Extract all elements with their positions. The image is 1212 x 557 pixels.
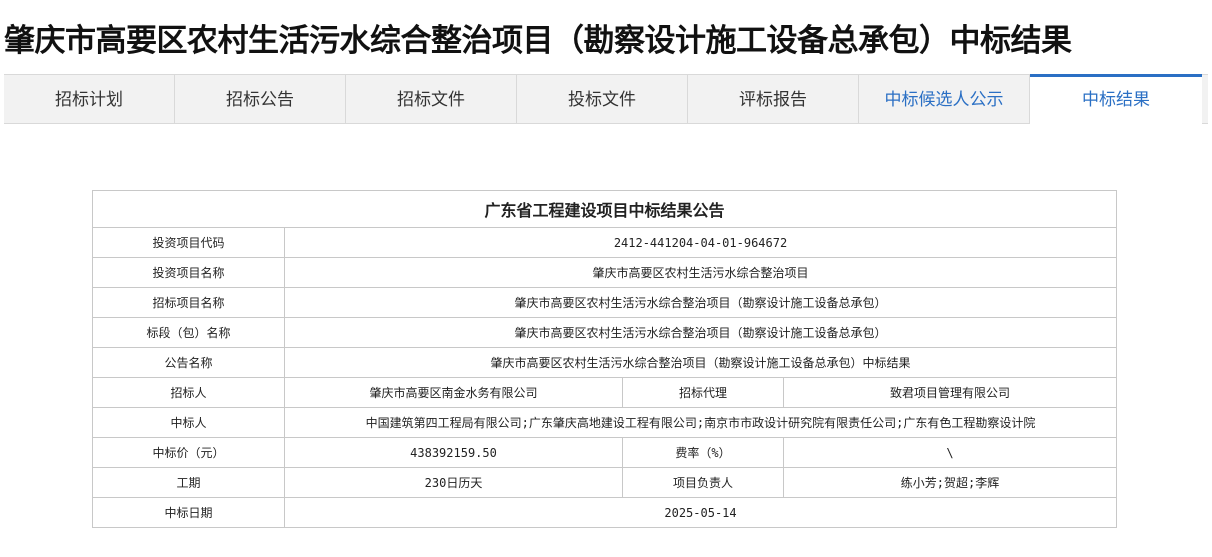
tab-candidate-publicity[interactable]: 中标候选人公示: [859, 75, 1030, 124]
table-row: 招标人 肇庆市高要区南金水务有限公司 招标代理 致君项目管理有限公司: [92, 377, 1118, 408]
duration-value: 230日历天: [284, 467, 623, 498]
table-caption-row: 广东省工程建设项目中标结果公告: [91, 190, 1118, 228]
winner-value: 中国建筑第四工程局有限公司;广东肇庆高地建设工程有限公司;南京市市政设计研究院有…: [283, 407, 1118, 438]
page-title: 肇庆市高要区农村生活污水综合整治项目（勘察设计施工设备总承包）中标结果: [4, 23, 1072, 59]
award-date-label: 中标日期: [92, 497, 285, 528]
tab-bid-documents[interactable]: 投标文件: [517, 75, 688, 124]
table-row: 工期 230日历天 项目负责人 练小芳;贺超;李辉: [92, 467, 1118, 498]
agent-value: 致君项目管理有限公司: [782, 377, 1118, 408]
rate-label: 费率（%）: [622, 437, 784, 468]
notice-name-value: 肇庆市高要区农村生活污水综合整治项目（勘察设计施工设备总承包）中标结果: [283, 347, 1118, 378]
manager-value: 练小芳;贺超;李辉: [782, 467, 1118, 498]
investment-name-value: 肇庆市高要区农村生活污水综合整治项目: [283, 257, 1118, 288]
award-date-value: 2025-05-14: [283, 497, 1118, 528]
table-row: 标段（包）名称 肇庆市高要区农村生活污水综合整治项目（勘察设计施工设备总承包）: [92, 317, 1118, 348]
agent-label: 招标代理: [622, 377, 784, 408]
notice-name-label: 公告名称: [92, 347, 285, 378]
title-bar: 肇庆市高要区农村生活污水综合整治项目（勘察设计施工设备总承包）中标结果: [0, 0, 1212, 74]
investment-code-label: 投资项目代码: [92, 227, 285, 258]
tab-tender-plan[interactable]: 招标计划: [4, 75, 175, 124]
duration-label: 工期: [92, 467, 285, 498]
tenderer-value: 肇庆市高要区南金水务有限公司: [284, 377, 623, 408]
table-caption: 广东省工程建设项目中标结果公告: [91, 190, 1118, 228]
investment-name-label: 投资项目名称: [92, 257, 285, 288]
tab-bar: 招标计划 招标公告 招标文件 投标文件 评标报告 中标候选人公示 中标结果: [4, 74, 1208, 124]
rate-value: \: [782, 437, 1118, 468]
table-row: 投资项目名称 肇庆市高要区农村生活污水综合整治项目: [92, 257, 1118, 288]
table-row: 中标日期 2025-05-14: [92, 497, 1118, 528]
table-row: 投资项目代码 2412-441204-04-01-964672: [92, 227, 1118, 258]
section-name-label: 标段（包）名称: [92, 317, 285, 348]
investment-code-value: 2412-441204-04-01-964672: [283, 227, 1118, 258]
table-row: 公告名称 肇庆市高要区农村生活污水综合整治项目（勘察设计施工设备总承包）中标结果: [92, 347, 1118, 378]
tender-project-value: 肇庆市高要区农村生活污水综合整治项目（勘察设计施工设备总承包）: [283, 287, 1118, 318]
winner-label: 中标人: [92, 407, 285, 438]
tab-tender-notice[interactable]: 招标公告: [175, 75, 346, 124]
table-row: 中标价（元） 438392159.50 费率（%） \: [92, 437, 1118, 468]
price-label: 中标价（元）: [92, 437, 285, 468]
price-value: 438392159.50: [284, 437, 623, 468]
tab-evaluation-report[interactable]: 评标报告: [688, 75, 859, 124]
tender-project-label: 招标项目名称: [92, 287, 285, 318]
section-name-value: 肇庆市高要区农村生活污水综合整治项目（勘察设计施工设备总承包）: [283, 317, 1118, 348]
tab-tender-documents[interactable]: 招标文件: [346, 75, 517, 124]
table-row: 招标项目名称 肇庆市高要区农村生活污水综合整治项目（勘察设计施工设备总承包）: [92, 287, 1118, 318]
table-row: 中标人 中国建筑第四工程局有限公司;广东肇庆高地建设工程有限公司;南京市市政设计…: [92, 407, 1118, 438]
award-result-table: 广东省工程建设项目中标结果公告 投资项目代码 2412-441204-04-01…: [91, 190, 1118, 528]
tenderer-label: 招标人: [92, 377, 285, 408]
manager-label: 项目负责人: [622, 467, 784, 498]
tab-award-result[interactable]: 中标结果: [1030, 74, 1202, 124]
